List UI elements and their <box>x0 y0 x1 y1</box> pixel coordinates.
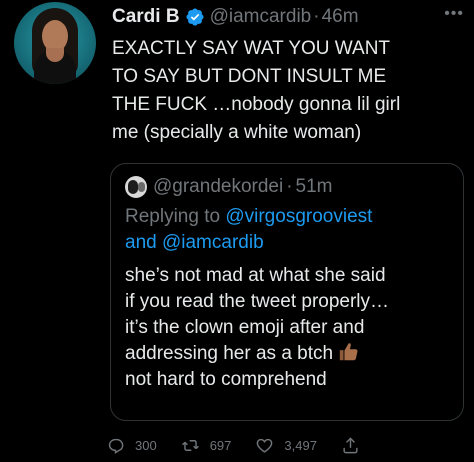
reply-and-text: and <box>125 232 157 253</box>
quoted-tweet-header: @grandekordei · 51m <box>125 174 333 200</box>
tweet-header: Cardi B @iamcardib · 46m <box>112 4 464 30</box>
reply-mention-link[interactable]: @iamcardib <box>162 232 264 253</box>
author-avatar[interactable] <box>14 2 96 84</box>
retweet-count: 697 <box>209 437 232 453</box>
header-separator: · <box>313 6 320 27</box>
reply-mention-link[interactable]: @virgosgrooviest <box>225 206 372 227</box>
tweet-text: EXACTLY SAY WAT YOU WANT TO SAY BUT DONT… <box>112 38 401 143</box>
more-options-icon[interactable]: ••• <box>444 4 464 24</box>
tweet: Cardi B @iamcardib · 46m ••• EXACTLY SAY… <box>0 0 474 462</box>
heart-icon <box>257 438 273 453</box>
share-icon <box>343 436 358 453</box>
like-count: 3,497 <box>284 437 317 453</box>
retweet-icon <box>181 439 199 451</box>
tweet-action-bar: 300 697 3,497 <box>106 434 394 456</box>
author-name[interactable]: Cardi B <box>112 4 180 30</box>
author-handle[interactable]: @iamcardib <box>210 4 312 30</box>
quoted-text-part: not hard to comprehend <box>125 369 327 390</box>
quoted-author-handle: @grandekordei <box>153 176 284 197</box>
quoted-header-separator: · <box>286 176 293 197</box>
replying-to-label: Replying to <box>125 206 221 227</box>
quoted-tweet-timestamp: 51m <box>295 176 333 197</box>
tweet-timestamp[interactable]: 46m <box>322 4 359 30</box>
share-button[interactable] <box>341 436 370 455</box>
replying-to-line: Replying to @virgosgrooviest and @iamcar… <box>125 204 455 256</box>
reply-count: 300 <box>135 437 157 453</box>
thumbs-up-icon <box>340 343 358 361</box>
reply-icon <box>108 438 124 454</box>
quoted-tweet-text: she’s not mad at what she said if you re… <box>125 263 455 393</box>
quoted-tweet[interactable]: @grandekordei · 51m Replying to @virgosg… <box>110 163 464 421</box>
retweet-button[interactable]: 697 <box>181 436 232 455</box>
verified-badge-icon <box>186 8 204 26</box>
quoted-author-avatar <box>125 176 147 198</box>
like-button[interactable]: 3,497 <box>255 436 317 455</box>
reply-button[interactable]: 300 <box>106 436 157 455</box>
